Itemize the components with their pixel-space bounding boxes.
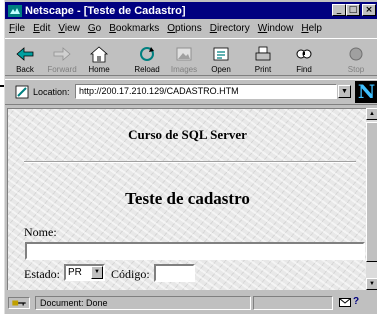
home-button[interactable]: Home [81,42,117,74]
menu-directory[interactable]: Directory [206,23,254,34]
page-content: Curso de SQL Server Teste de cadastro No… [7,108,366,290]
images-label: Images [170,65,198,74]
home-icon [89,46,109,63]
location-bar: Location: http://200.17.210.129/CADASTRO… [5,79,377,105]
location-input[interactable]: http://200.17.210.129/CADASTRO.HTM [75,84,337,99]
print-button[interactable]: Print [245,42,281,74]
print-label: Print [254,65,272,74]
title-bar: Netscape - [Teste de Cadastro] _ □ × [5,2,377,19]
nome-label: Nome: [24,225,57,239]
back-label: Back [16,65,34,74]
estado-selected-value: PR [68,267,82,278]
window-title: Netscape - [Teste de Cadastro] [25,4,186,17]
chevron-down-icon[interactable]: ▼ [91,266,103,279]
reload-button[interactable]: Reload [129,42,165,74]
browser-window: Netscape - [Teste de Cadastro] _ □ × Fil… [4,0,377,314]
images-button[interactable]: Images [166,42,202,74]
menu-options[interactable]: Options [163,23,205,34]
status-progress-cell [253,296,333,310]
codigo-label: Código: [111,267,150,281]
status-text: Document: Done [35,296,251,310]
bookmark-icon[interactable] [15,85,29,99]
navigation-toolbar: Back Forward Home Reload Images Open Pri… [5,38,377,76]
menu-file[interactable]: File [5,23,29,34]
stop-button[interactable]: Stop [338,42,374,74]
maximize-button[interactable]: □ [346,4,360,16]
reload-icon [140,47,154,61]
back-button[interactable]: Back [7,42,43,74]
minimize-button[interactable]: _ [332,4,346,16]
horizontal-rule [24,161,356,163]
forward-label: Forward [47,65,77,74]
estado-label: Estado: [24,267,60,281]
scroll-up-button[interactable]: ▲ [366,108,377,120]
open-label: Open [211,65,231,74]
menu-go[interactable]: Go [84,23,105,34]
find-icon [296,49,312,59]
menu-view[interactable]: View [54,23,84,34]
stop-label: Stop [347,65,365,74]
estado-select[interactable]: PR ▼ [64,264,105,281]
close-button[interactable]: × [362,4,376,16]
vertical-scrollbar[interactable]: ▲ ▼ [366,108,377,290]
help-icon[interactable]: ? [353,296,359,307]
location-label: Location: [33,87,70,97]
images-icon [176,47,192,61]
codigo-input[interactable] [154,264,195,282]
home-label: Home [88,65,110,74]
back-arrow-icon [16,47,34,61]
window-controls: _ □ × [332,4,376,16]
print-icon [255,46,271,61]
security-key-icon[interactable] [8,297,30,309]
reload-label: Reload [134,65,160,74]
scroll-down-button[interactable]: ▼ [366,278,377,290]
stop-icon [349,47,363,61]
status-bar: Document: Done ? [5,295,377,312]
netscape-app-icon[interactable] [8,4,22,17]
mail-icon[interactable] [339,298,351,307]
open-icon [213,47,229,61]
forward-arrow-icon [53,47,71,61]
find-label: Find [296,65,312,74]
page-title: Teste de cadastro [125,189,250,208]
menu-bookmarks[interactable]: Bookmarks [105,23,163,34]
menu-edit[interactable]: Edit [29,23,54,34]
open-button[interactable]: Open [203,42,239,74]
netscape-logo[interactable]: N [355,81,377,103]
find-button[interactable]: Find [286,42,322,74]
location-dropdown-button[interactable]: ▼ [338,85,351,98]
menu-help[interactable]: Help [297,23,326,34]
page-subtitle: Curso de SQL Server [128,127,247,142]
forward-button[interactable]: Forward [44,42,80,74]
nome-input[interactable] [25,242,365,260]
menu-bar: File Edit View Go Bookmarks Options Dire… [5,21,377,36]
menu-window[interactable]: Window [254,23,298,34]
scroll-thumb[interactable] [366,122,377,262]
